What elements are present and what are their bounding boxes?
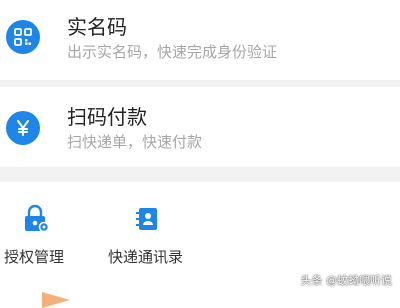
section-gap bbox=[0, 167, 400, 182]
scan-pay-title: 扫码付款 bbox=[67, 105, 147, 129]
contact-book-icon bbox=[133, 204, 163, 234]
real-name-code-title: 实名码 bbox=[67, 15, 127, 39]
authorization-management-label: 授权管理 bbox=[4, 248, 65, 266]
lock-gear-icon bbox=[20, 204, 50, 234]
watermark: 头条 @蚊蚴喂听说 bbox=[300, 274, 393, 287]
play-arrow-icon bbox=[42, 292, 70, 308]
real-name-code-item[interactable]: 实名码 出示实名码，快速完成身份验证 bbox=[0, 0, 400, 80]
qr-code-icon bbox=[6, 20, 40, 54]
authorization-management-button[interactable]: 授权管理 bbox=[0, 182, 80, 282]
scan-pay-item[interactable]: 扫码付款 扫快递单，快速付款 bbox=[0, 87, 400, 167]
courier-contacts-label: 快递通讯录 bbox=[108, 248, 184, 266]
scan-pay-subtitle: 扫快递单，快速付款 bbox=[67, 133, 203, 151]
real-name-code-subtitle: 出示实名码，快速完成身份验证 bbox=[67, 43, 278, 61]
section-divider bbox=[0, 80, 400, 87]
yen-icon bbox=[6, 111, 40, 145]
